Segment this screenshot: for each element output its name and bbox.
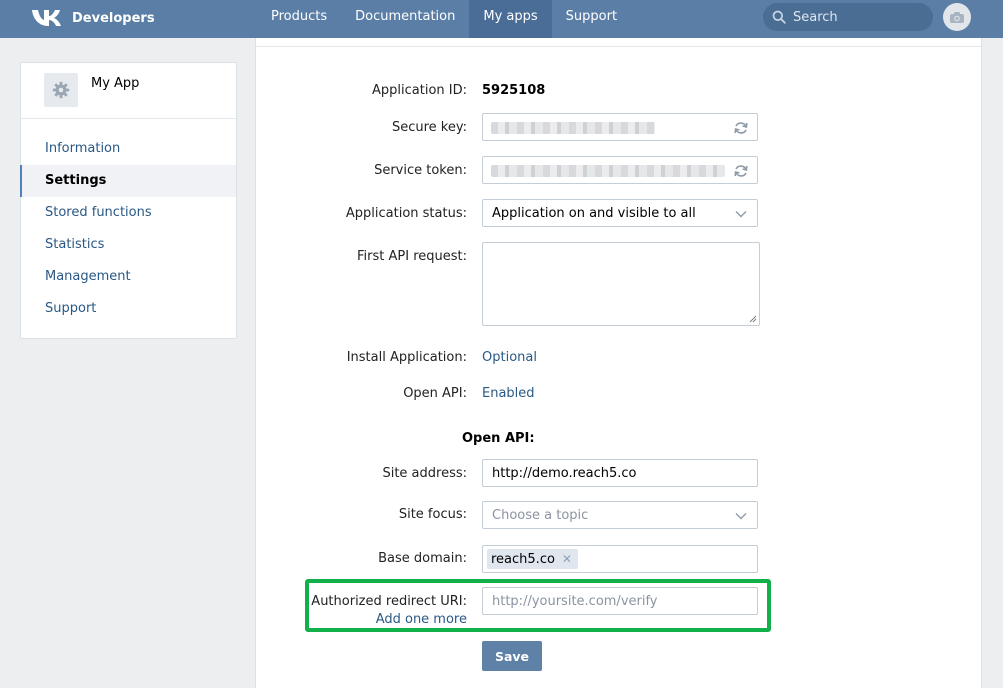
chevron-down-icon xyxy=(735,211,747,218)
refresh-icon[interactable] xyxy=(733,163,749,179)
top-nav: Products Documentation My apps Support xyxy=(257,0,631,38)
sidebar-menu: Information Settings Stored functions St… xyxy=(20,133,236,325)
nav-support[interactable]: Support xyxy=(552,0,631,38)
site-focus-placeholder: Choose a topic xyxy=(492,508,589,523)
redirect-uri-input[interactable]: http://yoursite.com/verify xyxy=(482,587,758,615)
vk-logo-icon xyxy=(32,10,61,26)
site-address-input[interactable]: http://demo.reach5.co xyxy=(482,459,758,487)
site-focus-select[interactable]: Choose a topic xyxy=(482,501,758,529)
status-label: Application status: xyxy=(345,206,467,221)
nav-documentation[interactable]: Documentation xyxy=(341,0,469,38)
install-label: Install Application: xyxy=(346,350,467,365)
service-token-field[interactable] xyxy=(482,156,758,184)
search-input[interactable] xyxy=(793,9,923,25)
sidebar-item-stored-functions[interactable]: Stored functions xyxy=(20,197,236,229)
secure-key-label: Secure key: xyxy=(391,120,467,135)
service-token-hidden-value xyxy=(491,165,725,177)
settings-panel: Application ID: 5925108 Secure key: Serv… xyxy=(255,38,982,688)
camera-icon xyxy=(950,11,964,23)
resize-handle-icon[interactable] xyxy=(749,315,757,323)
site-address-value: http://demo.reach5.co xyxy=(492,466,637,481)
open-api-section-title: Open API: xyxy=(462,431,535,446)
nav-my-apps[interactable]: My apps xyxy=(469,0,552,38)
first-request-label: First API request: xyxy=(357,249,467,264)
status-selected-value: Application on and visible to all xyxy=(492,206,696,221)
install-link[interactable]: Optional xyxy=(482,350,537,365)
divider xyxy=(256,46,981,47)
redirect-uri-placeholder: http://yoursite.com/verify xyxy=(492,594,658,609)
secure-key-field[interactable] xyxy=(482,113,758,141)
app-name: My App xyxy=(91,76,140,91)
avatar[interactable] xyxy=(943,3,971,31)
top-header: Developers Products Documentation My app… xyxy=(0,0,1003,38)
app-sidebar: My App Information Settings Stored funct… xyxy=(20,62,237,339)
site-focus-label: Site focus: xyxy=(398,507,467,522)
sidebar-item-settings[interactable]: Settings xyxy=(20,165,236,197)
open-api-link[interactable]: Enabled xyxy=(482,386,535,401)
secure-key-hidden-value xyxy=(491,122,655,134)
remove-tag-icon[interactable]: ✕ xyxy=(562,552,572,566)
sidebar-item-statistics[interactable]: Statistics xyxy=(20,229,236,261)
gear-icon xyxy=(52,81,70,99)
sidebar-item-management[interactable]: Management xyxy=(20,261,236,293)
nav-products[interactable]: Products xyxy=(257,0,341,38)
search-icon xyxy=(772,10,786,24)
domain-tag: reach5.co ✕ xyxy=(487,549,578,569)
vk-developers-logo[interactable]: Developers xyxy=(30,6,155,30)
redirect-uri-label: Authorized redirect URI: xyxy=(311,594,467,609)
open-api-label: Open API: xyxy=(403,386,467,401)
add-one-more-link[interactable]: Add one more xyxy=(376,612,467,627)
sidebar-item-support[interactable]: Support xyxy=(20,293,236,325)
app-id-value: 5925108 xyxy=(482,83,546,98)
sidebar-item-information[interactable]: Information xyxy=(20,133,236,165)
first-request-textarea[interactable] xyxy=(482,242,760,326)
app-header: My App xyxy=(21,63,236,119)
status-select[interactable]: Application on and visible to all xyxy=(482,199,758,227)
app-id-label: Application ID: xyxy=(372,83,467,98)
app-icon xyxy=(44,73,78,107)
domain-tag-label: reach5.co xyxy=(491,551,555,567)
search-box xyxy=(763,3,933,31)
brand-name: Developers xyxy=(72,11,155,26)
base-domain-input[interactable]: reach5.co ✕ xyxy=(482,545,758,573)
save-button[interactable]: Save xyxy=(482,641,542,671)
refresh-icon[interactable] xyxy=(733,120,749,136)
chevron-down-icon xyxy=(735,513,747,520)
base-domain-label: Base domain: xyxy=(378,551,467,566)
site-address-label: Site address: xyxy=(382,466,467,481)
service-token-label: Service token: xyxy=(374,163,467,178)
